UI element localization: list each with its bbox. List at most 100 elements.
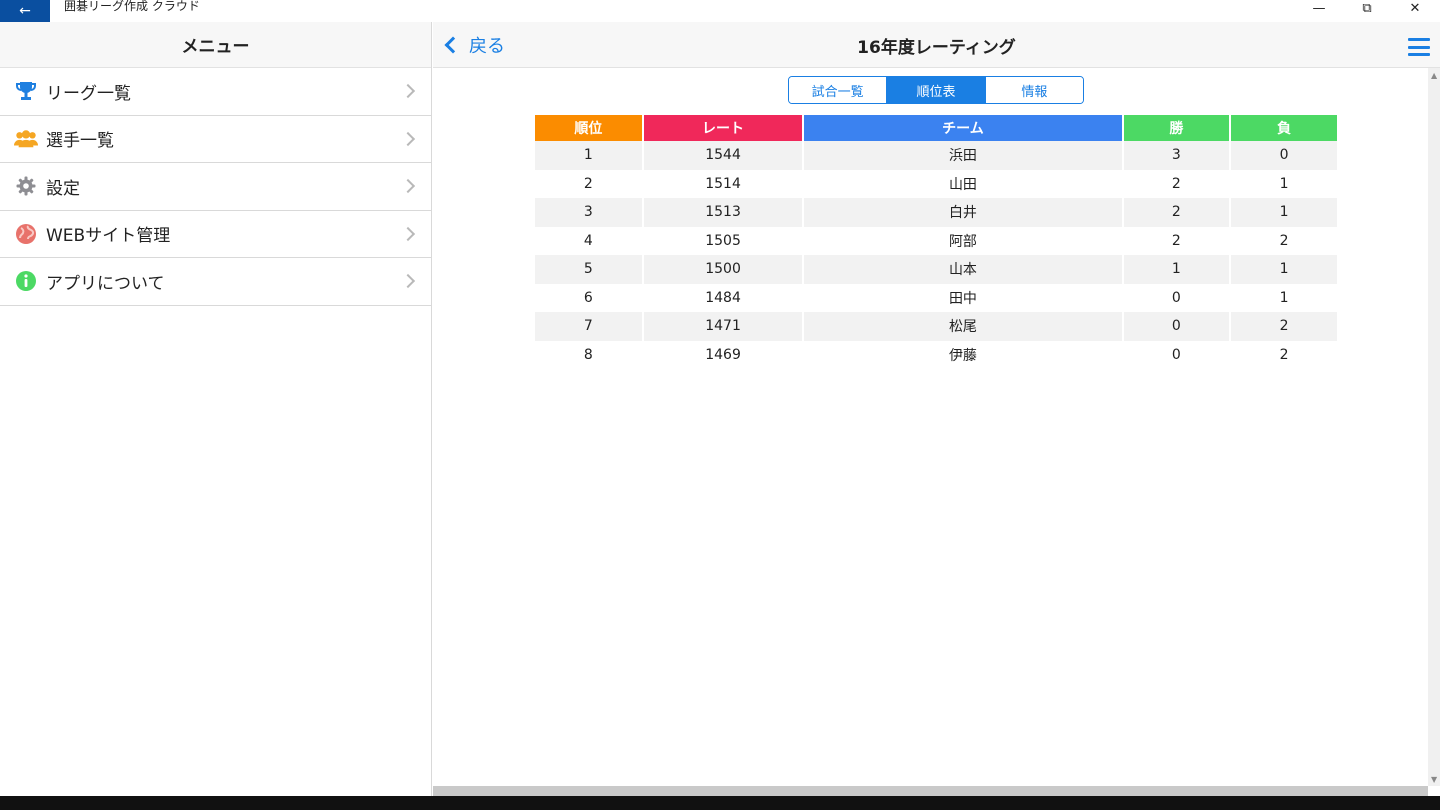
losses-cell: 1 bbox=[1279, 175, 1289, 192]
wins-cell: 2 bbox=[1171, 232, 1181, 249]
rank-cell: 5 bbox=[535, 255, 642, 284]
sidebar-item-player-list[interactable]: 選手一覧 bbox=[0, 116, 431, 163]
restore-button[interactable]: ⧉ bbox=[1344, 0, 1390, 16]
chevron-right-icon bbox=[400, 274, 416, 289]
vertical-scrollbar[interactable]: ▲ ▼ bbox=[1428, 68, 1440, 786]
page-title: 16年度レーティング bbox=[857, 37, 1016, 58]
column-header-team[interactable]: チーム bbox=[804, 115, 1122, 141]
table-row[interactable]: 7 1471 松尾 0 2 bbox=[535, 312, 1337, 341]
table-row[interactable]: 8 1469 伊藤 0 2 bbox=[535, 341, 1337, 370]
back-label: 戻る bbox=[469, 36, 505, 57]
standings-body: 1 1544 浜田 3 0 2 1514 山田 2 1 3 1513 白井 2 1 4 1505 阿部 2 2 5 150… bbox=[535, 141, 1337, 369]
rating-cell: 1469 bbox=[705, 346, 741, 363]
column-header-losses[interactable]: 負 bbox=[1231, 115, 1337, 141]
sidebar-item-league-list[interactable]: リーグ一覧 bbox=[0, 68, 431, 116]
losses-cell: 2 bbox=[1279, 232, 1289, 249]
table-row[interactable]: 6 1484 田中 0 1 bbox=[535, 284, 1337, 313]
wins-cell: 1 bbox=[1123, 255, 1230, 284]
taskbar bbox=[0, 796, 1440, 810]
wins-cell: 3 bbox=[1123, 141, 1230, 170]
rank-cell: 3 bbox=[535, 198, 642, 227]
restore-icon: ⧉ bbox=[1362, 0, 1372, 16]
sidebar-item-label: リーグ一覧 bbox=[46, 83, 131, 104]
globe-icon bbox=[14, 222, 38, 246]
column-header-wins[interactable]: 勝 bbox=[1123, 115, 1230, 141]
app-title: 囲碁リーグ作成 クラウド bbox=[64, 0, 200, 13]
sidebar-item-label: アプリについて bbox=[46, 273, 165, 294]
chevron-right-icon bbox=[400, 131, 416, 146]
sidebar-item-about[interactable]: アプリについて bbox=[0, 258, 431, 306]
chevron-left-icon bbox=[444, 36, 462, 54]
losses-cell: 1 bbox=[1231, 255, 1337, 284]
tab-info[interactable]: 情報 bbox=[984, 77, 1083, 103]
minimize-icon: — bbox=[1312, 0, 1326, 16]
gear-icon bbox=[14, 174, 38, 198]
standings-table: 順位 レート チーム 勝 負 1 1544 浜田 3 0 2 1514 山田 2 1 3 1513 白井… bbox=[533, 115, 1339, 369]
info-icon bbox=[14, 269, 38, 293]
window-back-button[interactable]: ← bbox=[0, 0, 50, 22]
table-header-row: 順位 レート チーム 勝 負 bbox=[535, 115, 1337, 141]
team-cell: 伊藤 bbox=[948, 347, 977, 364]
rank-cell: 2 bbox=[583, 175, 593, 192]
back-button[interactable]: 戻る bbox=[441, 22, 505, 68]
users-icon bbox=[14, 127, 38, 151]
scroll-up-icon[interactable]: ▲ bbox=[1431, 71, 1437, 80]
table-row[interactable]: 5 1500 山本 1 1 bbox=[535, 255, 1337, 284]
losses-cell: 1 bbox=[1231, 198, 1337, 227]
losses-cell: 2 bbox=[1231, 312, 1337, 341]
team-cell: 浜田 bbox=[804, 141, 1122, 170]
detail-header: 16年度レーティング 戻る bbox=[433, 22, 1440, 68]
rank-cell: 6 bbox=[583, 289, 593, 306]
rating-cell: 1484 bbox=[705, 289, 741, 306]
chevron-right-icon bbox=[400, 84, 416, 99]
column-header-rank[interactable]: 順位 bbox=[535, 115, 642, 141]
table-row[interactable]: 2 1514 山田 2 1 bbox=[535, 170, 1337, 199]
rating-cell: 1471 bbox=[643, 312, 803, 341]
sidebar-item-label: WEBサイト管理 bbox=[46, 226, 171, 247]
rating-cell: 1514 bbox=[705, 175, 741, 192]
trophy-icon bbox=[14, 79, 38, 103]
losses-cell: 2 bbox=[1279, 346, 1289, 363]
chevron-right-icon bbox=[400, 179, 416, 194]
sidebar-item-settings[interactable]: 設定 bbox=[0, 163, 431, 211]
tab-match-list[interactable]: 試合一覧 bbox=[789, 77, 887, 103]
wins-cell: 0 bbox=[1171, 289, 1181, 306]
team-cell: 田中 bbox=[948, 290, 977, 307]
sidebar-item-label: 選手一覧 bbox=[46, 131, 114, 152]
team-cell: 山本 bbox=[804, 255, 1122, 284]
close-button[interactable]: ✕ bbox=[1392, 0, 1438, 16]
menu-icon[interactable] bbox=[1408, 38, 1430, 56]
rating-cell: 1500 bbox=[643, 255, 803, 284]
sidebar-item-website[interactable]: WEBサイト管理 bbox=[0, 211, 431, 258]
sidebar: メニュー リーグ一覧 選手一覧 設定 WEBサイト管理 アプリについて bbox=[0, 22, 432, 796]
close-icon: ✕ bbox=[1409, 0, 1421, 16]
wins-cell: 2 bbox=[1123, 198, 1230, 227]
tab-standings[interactable]: 順位表 bbox=[886, 77, 985, 103]
column-header-rating[interactable]: レート bbox=[643, 115, 803, 141]
sidebar-title: メニュー bbox=[0, 22, 431, 68]
rank-cell: 8 bbox=[583, 346, 593, 363]
horizontal-scrollbar[interactable] bbox=[433, 786, 1428, 796]
rating-cell: 1505 bbox=[705, 232, 741, 249]
rank-cell: 4 bbox=[583, 232, 593, 249]
wins-cell: 2 bbox=[1171, 175, 1181, 192]
table-row[interactable]: 1 1544 浜田 3 0 bbox=[535, 141, 1337, 170]
team-cell: 阿部 bbox=[948, 233, 977, 250]
minimize-button[interactable]: — bbox=[1296, 0, 1342, 16]
table-row[interactable]: 4 1505 阿部 2 2 bbox=[535, 227, 1337, 256]
rank-cell: 7 bbox=[535, 312, 642, 341]
wins-cell: 0 bbox=[1171, 346, 1181, 363]
team-cell: 白井 bbox=[804, 198, 1122, 227]
scroll-down-icon[interactable]: ▼ bbox=[1431, 775, 1437, 784]
view-tabs: 試合一覧 順位表 情報 bbox=[788, 76, 1084, 104]
rating-cell: 1544 bbox=[643, 141, 803, 170]
team-cell: 山田 bbox=[948, 176, 977, 193]
wins-cell: 0 bbox=[1123, 312, 1230, 341]
table-row[interactable]: 3 1513 白井 2 1 bbox=[535, 198, 1337, 227]
rank-cell: 1 bbox=[535, 141, 642, 170]
team-cell: 松尾 bbox=[804, 312, 1122, 341]
rating-cell: 1513 bbox=[643, 198, 803, 227]
chevron-right-icon bbox=[400, 226, 416, 241]
arrow-left-icon: ← bbox=[19, 3, 31, 19]
sidebar-item-label: 設定 bbox=[46, 178, 80, 199]
